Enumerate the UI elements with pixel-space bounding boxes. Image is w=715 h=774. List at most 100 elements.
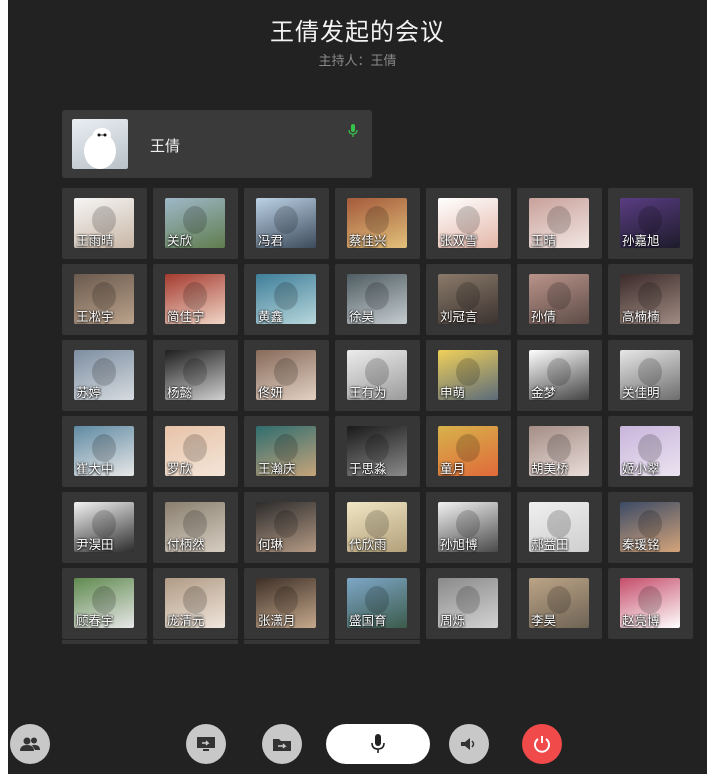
participant-name: 胡美桥 — [531, 461, 569, 476]
participant-tile[interactable]: 孙旭博 — [426, 492, 511, 563]
participant-tile[interactable]: 王雨晴 — [62, 188, 147, 259]
participant-name: 王雨晴 — [76, 233, 114, 248]
participant-name: 郝益田 — [531, 537, 569, 552]
participant-name: 刘冠言 — [440, 309, 478, 324]
microphone-button[interactable] — [326, 724, 430, 764]
participant-name: 姬小翠 — [622, 461, 660, 476]
participant-tile[interactable]: 佟妍 — [244, 340, 329, 411]
partial-row — [62, 640, 698, 646]
participant-tile[interactable]: 王瀚庆 — [244, 416, 329, 487]
participant-tile[interactable]: 崔大中 — [62, 416, 147, 487]
host-name: 王倩 — [150, 137, 181, 155]
participant-name: 王晴 — [531, 233, 557, 248]
participant-name: 关佳明 — [622, 385, 660, 400]
participant-name: 盛国育 — [349, 613, 387, 628]
file-share-button[interactable] — [262, 724, 302, 764]
participant-name: 崔大中 — [76, 461, 114, 476]
participant-name: 于思淼 — [349, 461, 387, 476]
participant-name: 佟妍 — [258, 385, 284, 400]
participant-tile[interactable]: 何琳 — [244, 492, 329, 563]
participant-name: 周烁 — [440, 613, 466, 628]
participant-tile[interactable]: 苏婷 — [62, 340, 147, 411]
participant-tile[interactable]: 姬小翠 — [608, 416, 693, 487]
participant-name: 杨懿 — [167, 385, 193, 400]
participant-name: 顾春宇 — [76, 613, 114, 628]
participant-tile[interactable]: 尹淏田 — [62, 492, 147, 563]
participant-tile[interactable]: 张双雪 — [426, 188, 511, 259]
leave-meeting-button[interactable] — [522, 724, 562, 764]
participant-tile[interactable]: 顾春宇 — [62, 568, 147, 639]
meeting-host-line: 主持人：王倩 — [318, 54, 397, 69]
participant-name: 赵亮博 — [622, 613, 660, 628]
participant-name: 黄鑫 — [258, 309, 284, 324]
participant-name: 何琳 — [258, 537, 284, 552]
participant-tile[interactable]: 黄鑫 — [244, 264, 329, 335]
participant-tile[interactable]: 罗欣 — [153, 416, 238, 487]
screen-share-button[interactable] — [186, 724, 226, 764]
participant-tile[interactable]: 刘冠言 — [426, 264, 511, 335]
participant-tile[interactable]: 周烁 — [426, 568, 511, 639]
participant-name: 简佳宁 — [167, 309, 205, 324]
participant-tile[interactable]: 高楠楠 — [608, 264, 693, 335]
participant-tile[interactable]: 盛国育 — [335, 568, 420, 639]
participant-tile[interactable]: 王凇宇 — [62, 264, 147, 335]
participant-tile[interactable]: 杨懿 — [153, 340, 238, 411]
host-card[interactable]: 王倩 — [62, 110, 372, 178]
participant-name: 关欣 — [167, 233, 193, 248]
participant-tile[interactable]: 关欣 — [153, 188, 238, 259]
participant-tile[interactable]: 孙倩 — [517, 264, 602, 335]
participant-name: 金梦 — [531, 385, 557, 400]
participant-tile[interactable]: 郝益田 — [517, 492, 602, 563]
meeting-title: 王倩发起的会议 — [270, 18, 445, 46]
participants-icon — [20, 737, 40, 751]
participant-tile[interactable]: 张潇月 — [244, 568, 329, 639]
participant-name: 代欣雨 — [349, 537, 387, 552]
participant-name: 尹淏田 — [76, 537, 114, 552]
speaker-button[interactable] — [449, 724, 489, 764]
participant-name: 王凇宇 — [76, 309, 114, 324]
participant-name: 张双雪 — [440, 233, 478, 248]
speaker-icon — [461, 738, 475, 750]
participant-tile[interactable]: 胡美桥 — [517, 416, 602, 487]
participant-tile[interactable]: 赵亮博 — [608, 568, 693, 639]
participant-name: 王瀚庆 — [258, 461, 296, 476]
participant-name: 冯君 — [258, 233, 284, 248]
participant-tile[interactable]: 孙嘉旭 — [608, 188, 693, 259]
participant-name: 苏婷 — [76, 385, 102, 400]
participant-name: 张潇月 — [258, 613, 296, 628]
participant-tile[interactable]: 秦瑗铭 — [608, 492, 693, 563]
participant-tile[interactable]: 付柄然 — [153, 492, 238, 563]
participant-tile[interactable]: 王有为 — [335, 340, 420, 411]
participant-tile[interactable]: 金梦 — [517, 340, 602, 411]
participant-name: 秦瑗铭 — [622, 537, 660, 552]
participant-name: 孙嘉旭 — [622, 233, 660, 248]
participant-tile[interactable]: 庞清元 — [153, 568, 238, 639]
participant-name: 蔡佳兴 — [349, 233, 387, 248]
participant-tile[interactable]: 徐昊 — [335, 264, 420, 335]
microphone-icon — [371, 734, 385, 753]
participant-tile[interactable]: 代欣雨 — [335, 492, 420, 563]
participant-name: 王有为 — [349, 385, 387, 400]
participant-tile[interactable]: 简佳宁 — [153, 264, 238, 335]
participant-name: 童月 — [440, 461, 466, 476]
participant-name: 付柄然 — [167, 537, 205, 552]
participant-grid: 王雨晴 关欣 冯君 蔡佳兴 张双雪 王晴 孙嘉旭王凇宇 简佳宁 黄鑫 徐昊 刘冠言 孙倩 高楠楠苏婷 杨懿… — [62, 188, 698, 639]
participant-name: 申萌 — [440, 385, 466, 400]
participant-name: 孙倩 — [531, 309, 557, 324]
participant-name: 高楠楠 — [622, 309, 660, 324]
participant-tile[interactable]: 申萌 — [426, 340, 511, 411]
participant-name: 庞清元 — [167, 613, 205, 628]
participant-tile[interactable]: 李昊 — [517, 568, 602, 639]
power-icon — [534, 736, 550, 753]
participant-tile[interactable]: 关佳明 — [608, 340, 693, 411]
participant-name: 孙旭博 — [440, 537, 478, 552]
participants-button[interactable] — [10, 724, 50, 764]
participant-tile[interactable]: 冯君 — [244, 188, 329, 259]
participant-tile[interactable]: 蔡佳兴 — [335, 188, 420, 259]
participant-name: 李昊 — [531, 613, 557, 628]
file-share-icon — [273, 739, 291, 751]
participant-tile[interactable]: 于思淼 — [335, 416, 420, 487]
participant-tile[interactable]: 童月 — [426, 416, 511, 487]
host-avatar — [72, 119, 128, 169]
participant-tile[interactable]: 王晴 — [517, 188, 602, 259]
